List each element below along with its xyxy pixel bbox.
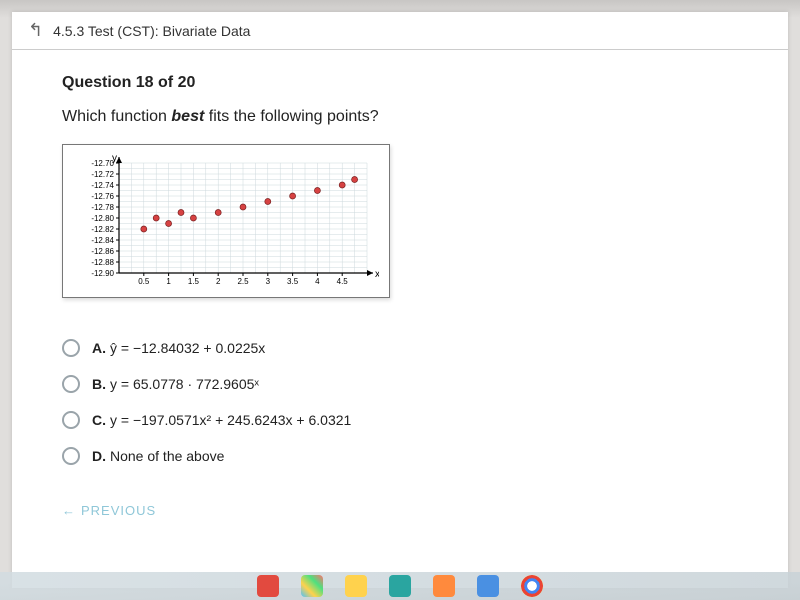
option-a[interactable]: A.ŷ = −12.84032 + 0.0225x bbox=[62, 339, 738, 357]
option-text: y = 65.0778 · 772.9605ˣ bbox=[110, 376, 259, 392]
option-text: None of the above bbox=[110, 448, 224, 464]
radio-icon bbox=[62, 411, 80, 429]
question-header: Question 18 of 20 bbox=[62, 74, 738, 92]
svg-text:-12.78: -12.78 bbox=[91, 203, 114, 212]
svg-text:3.5: 3.5 bbox=[287, 277, 299, 286]
taskbar-icon[interactable] bbox=[433, 575, 455, 597]
taskbar-icon[interactable] bbox=[345, 575, 367, 597]
svg-text:-12.84: -12.84 bbox=[91, 236, 114, 245]
svg-text:-12.74: -12.74 bbox=[91, 181, 114, 190]
radio-icon bbox=[62, 339, 80, 357]
svg-text:x: x bbox=[375, 269, 379, 280]
arrow-left-icon: ← bbox=[62, 503, 76, 518]
previous-label: PREVIOUS bbox=[81, 503, 156, 518]
svg-text:2.5: 2.5 bbox=[237, 277, 249, 286]
svg-text:y: y bbox=[112, 153, 117, 164]
option-letter: C. bbox=[92, 412, 106, 428]
option-b[interactable]: B.y = 65.0778 · 772.9605ˣ bbox=[62, 375, 738, 393]
svg-text:4.5: 4.5 bbox=[337, 277, 349, 286]
taskbar-icon[interactable] bbox=[389, 575, 411, 597]
option-letter: D. bbox=[92, 448, 106, 464]
svg-text:-12.80: -12.80 bbox=[91, 214, 114, 223]
option-c[interactable]: C.y = −197.0571x² + 245.6243x + 6.0321 bbox=[62, 411, 738, 429]
svg-text:-12.90: -12.90 bbox=[91, 269, 114, 278]
option-letter: A. bbox=[92, 340, 106, 356]
svg-text:-12.72: -12.72 bbox=[91, 170, 114, 179]
prompt-after: fits the following points? bbox=[204, 108, 378, 125]
taskbar-icon[interactable] bbox=[477, 575, 499, 597]
svg-text:4: 4 bbox=[315, 277, 320, 286]
svg-text:3: 3 bbox=[266, 277, 271, 286]
breadcrumb-text: 4.5.3 Test (CST): Bivariate Data bbox=[53, 23, 250, 39]
prompt-before: Which function bbox=[62, 108, 171, 125]
chart-svg: 0.511.522.533.544.5-12.70-12.72-12.74-12… bbox=[69, 151, 379, 291]
option-text: ŷ = −12.84032 + 0.0225x bbox=[110, 340, 265, 356]
radio-icon bbox=[62, 375, 80, 393]
previous-button[interactable]: ← PREVIOUS bbox=[62, 503, 156, 518]
scatter-chart: 0.511.522.533.544.5-12.70-12.72-12.74-12… bbox=[62, 144, 390, 298]
taskbar-icon[interactable] bbox=[257, 575, 279, 597]
breadcrumb: ↰ 4.5.3 Test (CST): Bivariate Data bbox=[12, 12, 788, 50]
svg-text:1: 1 bbox=[166, 277, 171, 286]
svg-text:-12.82: -12.82 bbox=[91, 225, 114, 234]
option-text: y = −197.0571x² + 245.6243x + 6.0321 bbox=[110, 412, 351, 428]
taskbar-icon[interactable] bbox=[301, 575, 323, 597]
taskbar bbox=[0, 572, 800, 600]
option-letter: B. bbox=[92, 376, 106, 392]
svg-text:-12.88: -12.88 bbox=[91, 258, 114, 267]
svg-text:0.5: 0.5 bbox=[138, 277, 150, 286]
svg-text:1.5: 1.5 bbox=[188, 277, 200, 286]
chrome-icon[interactable] bbox=[521, 575, 543, 597]
answer-options: A.ŷ = −12.84032 + 0.0225x B.y = 65.0778 … bbox=[62, 339, 738, 465]
svg-text:-12.86: -12.86 bbox=[91, 247, 114, 256]
svg-text:-12.76: -12.76 bbox=[91, 192, 114, 201]
back-arrow-icon[interactable]: ↰ bbox=[28, 20, 43, 41]
option-d[interactable]: D.None of the above bbox=[62, 447, 738, 465]
radio-icon bbox=[62, 447, 80, 465]
question-prompt: Which function best fits the following p… bbox=[62, 108, 738, 126]
prompt-em: best bbox=[171, 108, 204, 125]
svg-text:2: 2 bbox=[216, 277, 221, 286]
